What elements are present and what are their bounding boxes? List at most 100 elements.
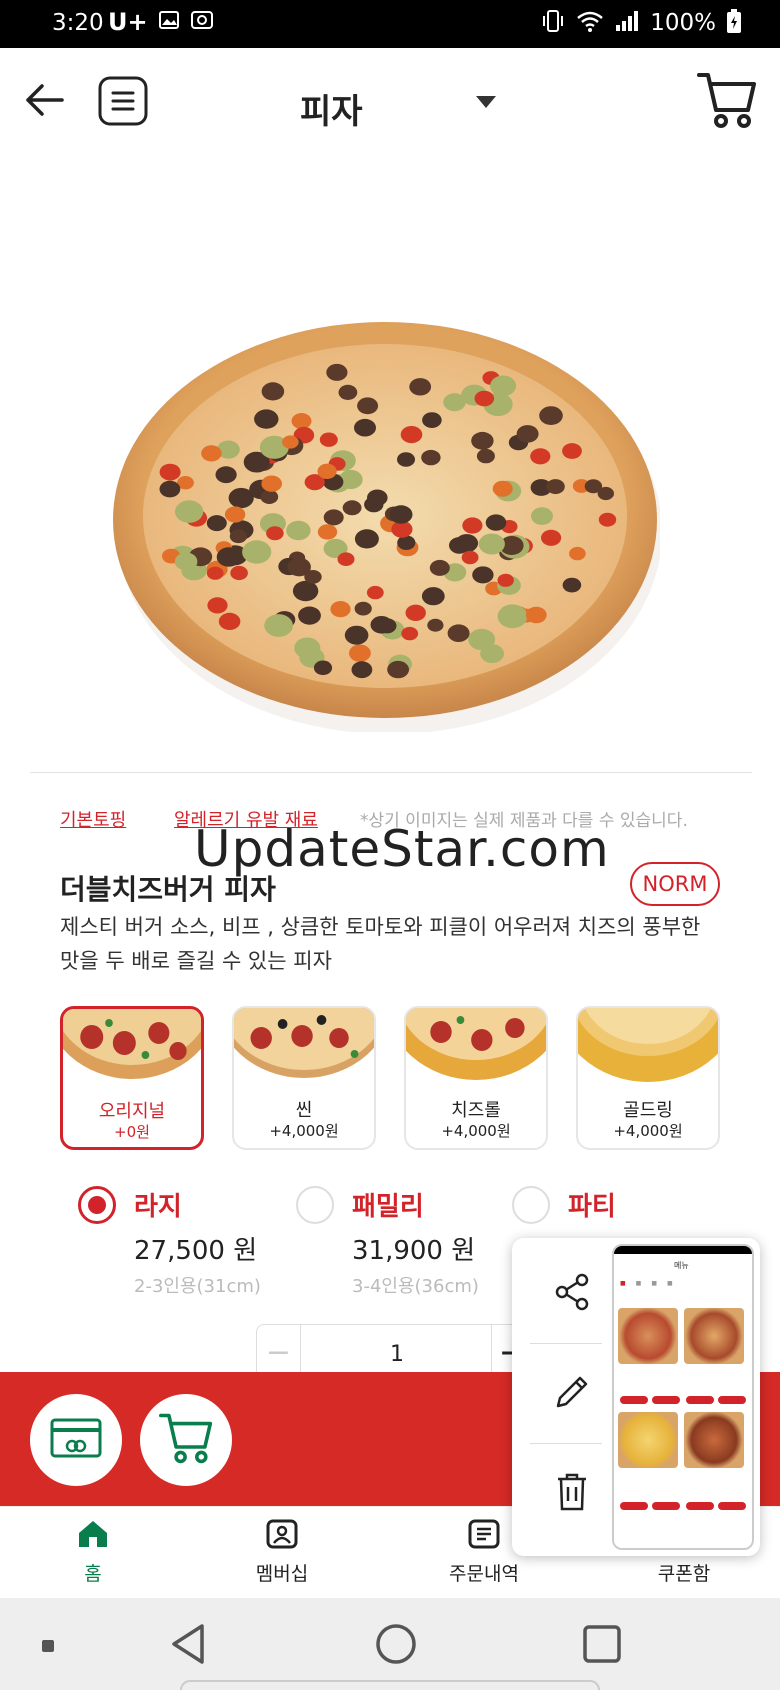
pizza-topping — [546, 479, 565, 495]
trash-icon — [552, 1471, 592, 1517]
pizza-topping — [377, 618, 397, 634]
pizza-topping — [357, 397, 379, 415]
pizza-topping — [569, 546, 586, 561]
pizza-topping — [351, 661, 373, 679]
crust-thumbnail — [406, 1008, 546, 1080]
nav-item-membership[interactable]: 멤버십 — [222, 1519, 342, 1586]
mini-status-bar — [614, 1246, 752, 1254]
pizza-topping — [400, 426, 423, 444]
crust-option-original[interactable]: 오리지널 +0원 — [60, 1006, 204, 1150]
pizza-topping — [472, 566, 494, 584]
crust-options: 오리지널 +0원 씬 +4,000원 치즈롤 +4,000원 골드링 +4,00… — [60, 1006, 722, 1150]
size-price: 27,500 원 — [134, 1236, 258, 1266]
page-title[interactable]: 피자 — [300, 84, 363, 133]
vibrate-icon — [540, 8, 566, 38]
pizza-topping — [354, 418, 376, 437]
add-to-cart-button[interactable] — [140, 1394, 232, 1486]
mini-buttons — [620, 1396, 680, 1404]
pizza-topping — [206, 566, 224, 580]
pizza-topping — [326, 363, 348, 381]
pizza-topping — [422, 412, 442, 428]
screenshot-popup: 메뉴 ■ ■ ■ ■ — [512, 1238, 760, 1556]
pizza-topping — [354, 601, 372, 616]
delete-button[interactable] — [542, 1464, 602, 1524]
nav-item-home[interactable]: 홈 — [33, 1519, 153, 1586]
mini-tabs: ■ ■ ■ ■ — [620, 1280, 673, 1287]
pizza-topping — [597, 486, 614, 501]
cart-icon[interactable] — [696, 70, 758, 134]
crust-option-thin[interactable]: 씬 +4,000원 — [232, 1006, 376, 1150]
battery-icon — [726, 8, 742, 38]
order-history-icon — [468, 1519, 500, 1553]
pizza-topping — [266, 526, 284, 541]
pizza-topping — [317, 524, 338, 540]
mini-pizza-tile — [684, 1412, 744, 1468]
divider — [30, 772, 752, 773]
pizza-topping — [471, 431, 494, 450]
size-desc: 3-4인용(36cm) — [352, 1276, 479, 1297]
category-dropdown-icon[interactable] — [476, 96, 496, 108]
popup-divider — [530, 1443, 602, 1444]
nav-label: 주문내역 — [449, 1563, 519, 1585]
pizza-topping — [261, 475, 282, 492]
pizza-topping — [207, 597, 228, 614]
pizza-topping — [541, 529, 562, 546]
mini-buttons — [686, 1396, 746, 1404]
crust-name: 오리지널 — [98, 1101, 166, 1122]
status-left-icons: U+ — [108, 8, 214, 36]
product-name: 더블치즈버거 피자 — [60, 873, 276, 906]
crust-option-cheese-roll[interactable]: 치즈롤 +4,000원 — [404, 1006, 548, 1150]
pizza-topping — [242, 540, 272, 564]
pizza-topping — [531, 507, 553, 525]
pizza-topping — [218, 612, 241, 630]
crust-name: 치즈롤 — [451, 1100, 501, 1121]
pizza-topping — [230, 565, 248, 581]
recents-square-icon[interactable] — [582, 1624, 622, 1668]
pizza-topping — [215, 466, 237, 484]
pizza-topping — [216, 547, 241, 567]
status-bar: 3:20 U+ 100% — [0, 0, 780, 48]
size-radio[interactable] — [78, 1186, 116, 1224]
pizza-topping — [261, 382, 285, 401]
crust-thumbnail — [578, 1008, 718, 1082]
pizza-topping — [201, 445, 222, 462]
mini-buttons — [620, 1502, 680, 1510]
cart-icon — [158, 1411, 214, 1469]
pizza-topping — [397, 452, 415, 467]
pizza-topping — [443, 393, 466, 412]
pizza-topping — [474, 390, 495, 407]
signal-icon — [614, 9, 640, 37]
back-arrow-icon[interactable] — [22, 78, 66, 126]
edit-button[interactable] — [542, 1364, 602, 1424]
pizza-topping — [421, 449, 441, 466]
size-radio[interactable] — [296, 1186, 334, 1224]
home-circle-icon[interactable] — [374, 1622, 418, 1670]
status-right-icons: 100% — [540, 8, 742, 38]
screenshot-thumbnail[interactable]: 메뉴 ■ ■ ■ ■ — [612, 1244, 754, 1550]
pizza-topping — [337, 552, 355, 566]
pizza-topping — [461, 550, 479, 565]
payment-button[interactable] — [30, 1394, 122, 1486]
system-nav-bar — [0, 1598, 780, 1690]
pizza-topping — [342, 500, 362, 516]
pizza-topping — [323, 509, 344, 526]
pizza-topping — [294, 637, 321, 659]
pizza-topping — [525, 606, 547, 624]
keyboard-dot-icon[interactable] — [42, 1640, 54, 1652]
pizza-topping — [516, 425, 539, 443]
pizza-topping — [562, 443, 582, 459]
crust-option-gold-ring[interactable]: 골드링 +4,000원 — [576, 1006, 720, 1150]
pizza-topping — [497, 604, 528, 629]
mini-pizza-tile — [618, 1308, 678, 1364]
record-notification-icon — [190, 9, 214, 35]
pizza-topping — [539, 406, 563, 425]
share-button[interactable] — [542, 1264, 602, 1324]
basic-topping-link[interactable]: 기본토핑 — [60, 806, 126, 832]
pizza-topping — [497, 573, 514, 587]
menu-list-icon[interactable] — [98, 76, 148, 130]
back-triangle-icon[interactable] — [168, 1622, 208, 1670]
pizza-topping — [490, 375, 517, 397]
size-radio[interactable] — [512, 1186, 550, 1224]
pizza-topping — [206, 515, 227, 532]
pizza-topping — [387, 660, 409, 679]
